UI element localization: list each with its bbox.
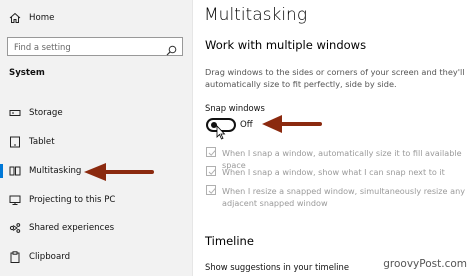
sidebar-item-label: Clipboard [29,252,71,262]
search-box[interactable] [7,37,183,56]
sidebar-item-multitasking[interactable]: Multitasking [0,159,193,183]
sidebar-item-projecting[interactable]: Projecting to this PC [0,188,193,212]
sidebar-item-tablet[interactable]: Tablet [0,130,193,154]
search-input[interactable] [14,40,164,53]
sidebar-item-label: Home [29,13,55,23]
sidebar-item-label: Shared experiences [29,223,115,233]
sidebar: Home System Storage Tablet Multitasking … [0,0,193,276]
clipboard-icon [9,251,21,263]
timeline-title: Timeline [205,234,254,248]
sidebar-section-label: System [9,68,45,78]
checkmark-icon [208,169,216,175]
checkmark-icon [208,150,216,156]
main-content: Multitasking Work with multiple windows … [194,0,474,276]
option-label: When I snap a window, show what I can sn… [222,167,445,177]
projecting-icon [9,194,21,206]
option-checkbox[interactable] [206,166,216,176]
sidebar-item-home[interactable]: Home [0,6,193,30]
checkmark-icon [208,188,216,194]
option-label: When I resize a snapped window, simultan… [222,186,465,208]
search-icon[interactable] [166,41,177,60]
page-title: Multitasking [204,5,308,25]
sidebar-item-storage[interactable]: Storage [0,101,193,125]
section-description: Drag windows to the sides or corners of … [205,67,465,89]
sidebar-item-label: Storage [29,108,63,118]
toggle-state-label: Off [240,120,253,130]
timeline-setting-label: Show suggestions in your timeline [205,262,349,272]
shared-experiences-icon [9,222,21,234]
section-title: Work with multiple windows [205,38,367,52]
snap-windows-label: Snap windows [205,103,265,113]
sidebar-item-clipboard[interactable]: Clipboard [0,245,193,269]
sidebar-item-label: Multitasking [29,166,82,176]
tablet-icon [9,136,21,148]
sidebar-item-shared-experiences[interactable]: Shared experiences [0,216,193,240]
watermark: groovyPost.com [383,258,467,270]
storage-icon [9,107,21,119]
home-icon [9,12,21,24]
option-checkbox[interactable] [206,185,216,195]
sidebar-item-label: Projecting to this PC [29,195,116,205]
snap-windows-toggle[interactable] [206,118,236,132]
toggle-knob [211,122,217,128]
active-indicator [0,164,3,178]
sidebar-item-label: Tablet [29,137,55,147]
option-checkbox[interactable] [206,147,216,157]
multitasking-icon [9,165,21,177]
